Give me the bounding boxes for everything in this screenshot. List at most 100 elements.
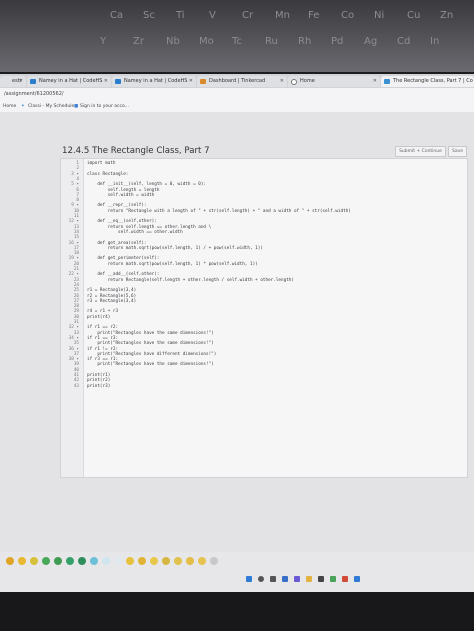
element-symbol: Ni — [374, 10, 385, 21]
code-line: return math.sqrt(pow(self.length, 1) / +… — [87, 245, 263, 251]
progress-step-icon[interactable] — [186, 557, 194, 565]
element-symbol: Sc — [143, 10, 155, 21]
progress-step-icon[interactable] — [138, 557, 146, 565]
line-number-gutter: 123 ▾ 4 5 ▾ 6 7 8 9 ▾ 10 11 12 ▾ 13 14 15 16 ▾ 17 18 19 … — [61, 159, 84, 477]
code-line: return "Rectangle with a length of " + s… — [87, 208, 351, 214]
close-icon[interactable]: ✕ — [19, 76, 23, 87]
codehs-page: 12.4.5 The Rectangle Class, Part 7 Submi… — [0, 112, 474, 552]
codehs-favicon-icon — [115, 79, 121, 84]
code-line: print(r3) — [87, 383, 111, 389]
url-text: /assignment/61200562/ — [4, 91, 64, 97]
close-icon[interactable]: ✕ — [189, 76, 193, 87]
progress-step-icon[interactable] — [126, 557, 134, 565]
code-line: return math.sqrt(pow(self.length, 1) * p… — [87, 261, 258, 267]
progress-step-icon[interactable] — [174, 557, 182, 565]
progress-step-icon[interactable] — [102, 557, 110, 565]
element-symbol: Y — [100, 36, 107, 47]
chrome-icon[interactable] — [330, 576, 336, 582]
progress-step-icon[interactable] — [114, 557, 122, 565]
taskbar-area — [0, 552, 474, 592]
code-line: r3 = Rectangle(3,4) — [87, 298, 137, 304]
element-symbol: Ru — [265, 36, 278, 47]
tab-label: Namey in a Hat | CodeHS — [39, 78, 103, 84]
laptop-screen: estr ✕ Namey in a Hat | CodeHS ✕ Namey in … — [0, 74, 474, 592]
search-icon[interactable] — [258, 576, 264, 582]
code-line: self.width = width — [87, 192, 155, 198]
element-symbol: Pd — [331, 36, 344, 47]
file-explorer-icon[interactable] — [306, 576, 312, 582]
tinkercad-favicon-icon — [200, 79, 206, 84]
bookmark-signin[interactable]: Sign in to your acco... — [80, 101, 129, 112]
close-icon[interactable]: ✕ — [104, 76, 108, 87]
progress-step-icon[interactable] — [198, 557, 206, 565]
browser-tab[interactable]: Namey in a Hat | CodeHS ✕ — [27, 76, 111, 87]
element-symbol: Ag — [364, 36, 378, 47]
bookmark-app-icon: ✦ — [21, 104, 25, 109]
progress-step-icon[interactable] — [30, 557, 38, 565]
progress-step-icon[interactable] — [54, 557, 62, 565]
codehs-favicon-icon — [30, 79, 36, 84]
element-symbol: In — [430, 36, 440, 47]
tab-label: Home — [300, 78, 315, 84]
code-editor[interactable]: 123 ▾ 4 5 ▾ 6 7 8 9 ▾ 10 11 12 ▾ 13 14 15 16 ▾ 17 18 19 … — [60, 158, 468, 478]
tab-label: Namey in a Hat | CodeHS — [124, 78, 188, 84]
code-line: return Rectangle(self.length + other.len… — [87, 277, 294, 283]
progress-step-icon[interactable] — [78, 557, 86, 565]
bookmark-schedule[interactable]: Classi - My Schedule — [28, 101, 74, 112]
progress-step-icon[interactable] — [42, 557, 50, 565]
store-icon[interactable] — [318, 576, 324, 582]
address-bar[interactable]: /assignment/61200562/ — [0, 88, 474, 102]
bookmark-home[interactable]: Home — [3, 101, 16, 112]
periodic-table-poster: Ca Sc Ti V Cr Mn Fe Co Ni Cu Zn Y Zr Nb Mo Tc Ru Rh Pd Ag Cd… — [0, 0, 474, 72]
submit-continue-button[interactable]: Submit + Continue — [395, 146, 446, 157]
save-button[interactable]: Save — [448, 146, 467, 157]
close-icon[interactable]: ✕ — [373, 76, 377, 87]
browser-tab[interactable]: Namey in a Hat | CodeHS ✕ — [112, 76, 196, 87]
browser-tab[interactable]: Dashboard | Tinkercad ✕ — [197, 76, 287, 87]
microsoft-icon: ■ — [74, 104, 79, 109]
browser-tab-active[interactable]: The Rectangle Class, Part 7 | Co — [381, 76, 474, 87]
element-symbol: Tc — [232, 36, 242, 47]
progress-step-icon[interactable] — [18, 557, 26, 565]
progress-step-icon[interactable] — [162, 557, 170, 565]
element-symbol: Cr — [242, 10, 254, 21]
element-symbol: Nb — [166, 36, 180, 47]
element-symbol: Cd — [397, 36, 411, 47]
progress-step-icon[interactable] — [150, 557, 158, 565]
windows-start-icon[interactable] — [246, 576, 252, 582]
element-symbol: Fe — [308, 10, 320, 21]
tab-label: The Rectangle Class, Part 7 | Co — [393, 78, 473, 84]
progress-step-icon[interactable] — [90, 557, 98, 565]
element-symbol: V — [209, 10, 216, 21]
element-symbol: Cu — [407, 10, 421, 21]
element-symbol: Co — [341, 10, 355, 21]
line-number: 43 — [73, 383, 79, 389]
element-symbol: Ca — [110, 10, 124, 21]
progress-step-icon[interactable] — [6, 557, 14, 565]
browser-tab[interactable]: estr ✕ — [0, 76, 26, 87]
code-line: print(r4) — [87, 314, 111, 320]
code-line: self.width == other.width — [87, 229, 183, 235]
element-symbol: Zr — [133, 36, 144, 47]
chat-icon[interactable] — [294, 576, 300, 582]
code-line: class Rectangle: — [87, 171, 129, 177]
mail-icon[interactable] — [354, 576, 360, 582]
element-symbol: Mn — [275, 10, 290, 21]
office-icon[interactable] — [342, 576, 348, 582]
codehs-favicon-icon — [384, 79, 390, 84]
progress-step-icon[interactable] — [66, 557, 74, 565]
widgets-icon[interactable] — [282, 576, 288, 582]
element-symbol: Mo — [199, 36, 214, 47]
element-symbol: Zn — [440, 10, 454, 21]
element-symbol: Rh — [298, 36, 312, 47]
browser-tab[interactable]: Home ✕ — [288, 76, 380, 87]
code-line: print("Rectangles have the same dimensio… — [87, 362, 214, 368]
task-view-icon[interactable] — [270, 576, 276, 582]
code-line: import math — [87, 161, 116, 166]
tab-label: Dashboard | Tinkercad — [209, 78, 266, 84]
laptop-bezel — [0, 592, 474, 631]
close-icon[interactable]: ✕ — [280, 76, 284, 87]
progress-step-icon[interactable] — [210, 557, 218, 565]
page-title: 12.4.5 The Rectangle Class, Part 7 — [62, 146, 210, 156]
home-favicon-icon — [291, 79, 297, 85]
